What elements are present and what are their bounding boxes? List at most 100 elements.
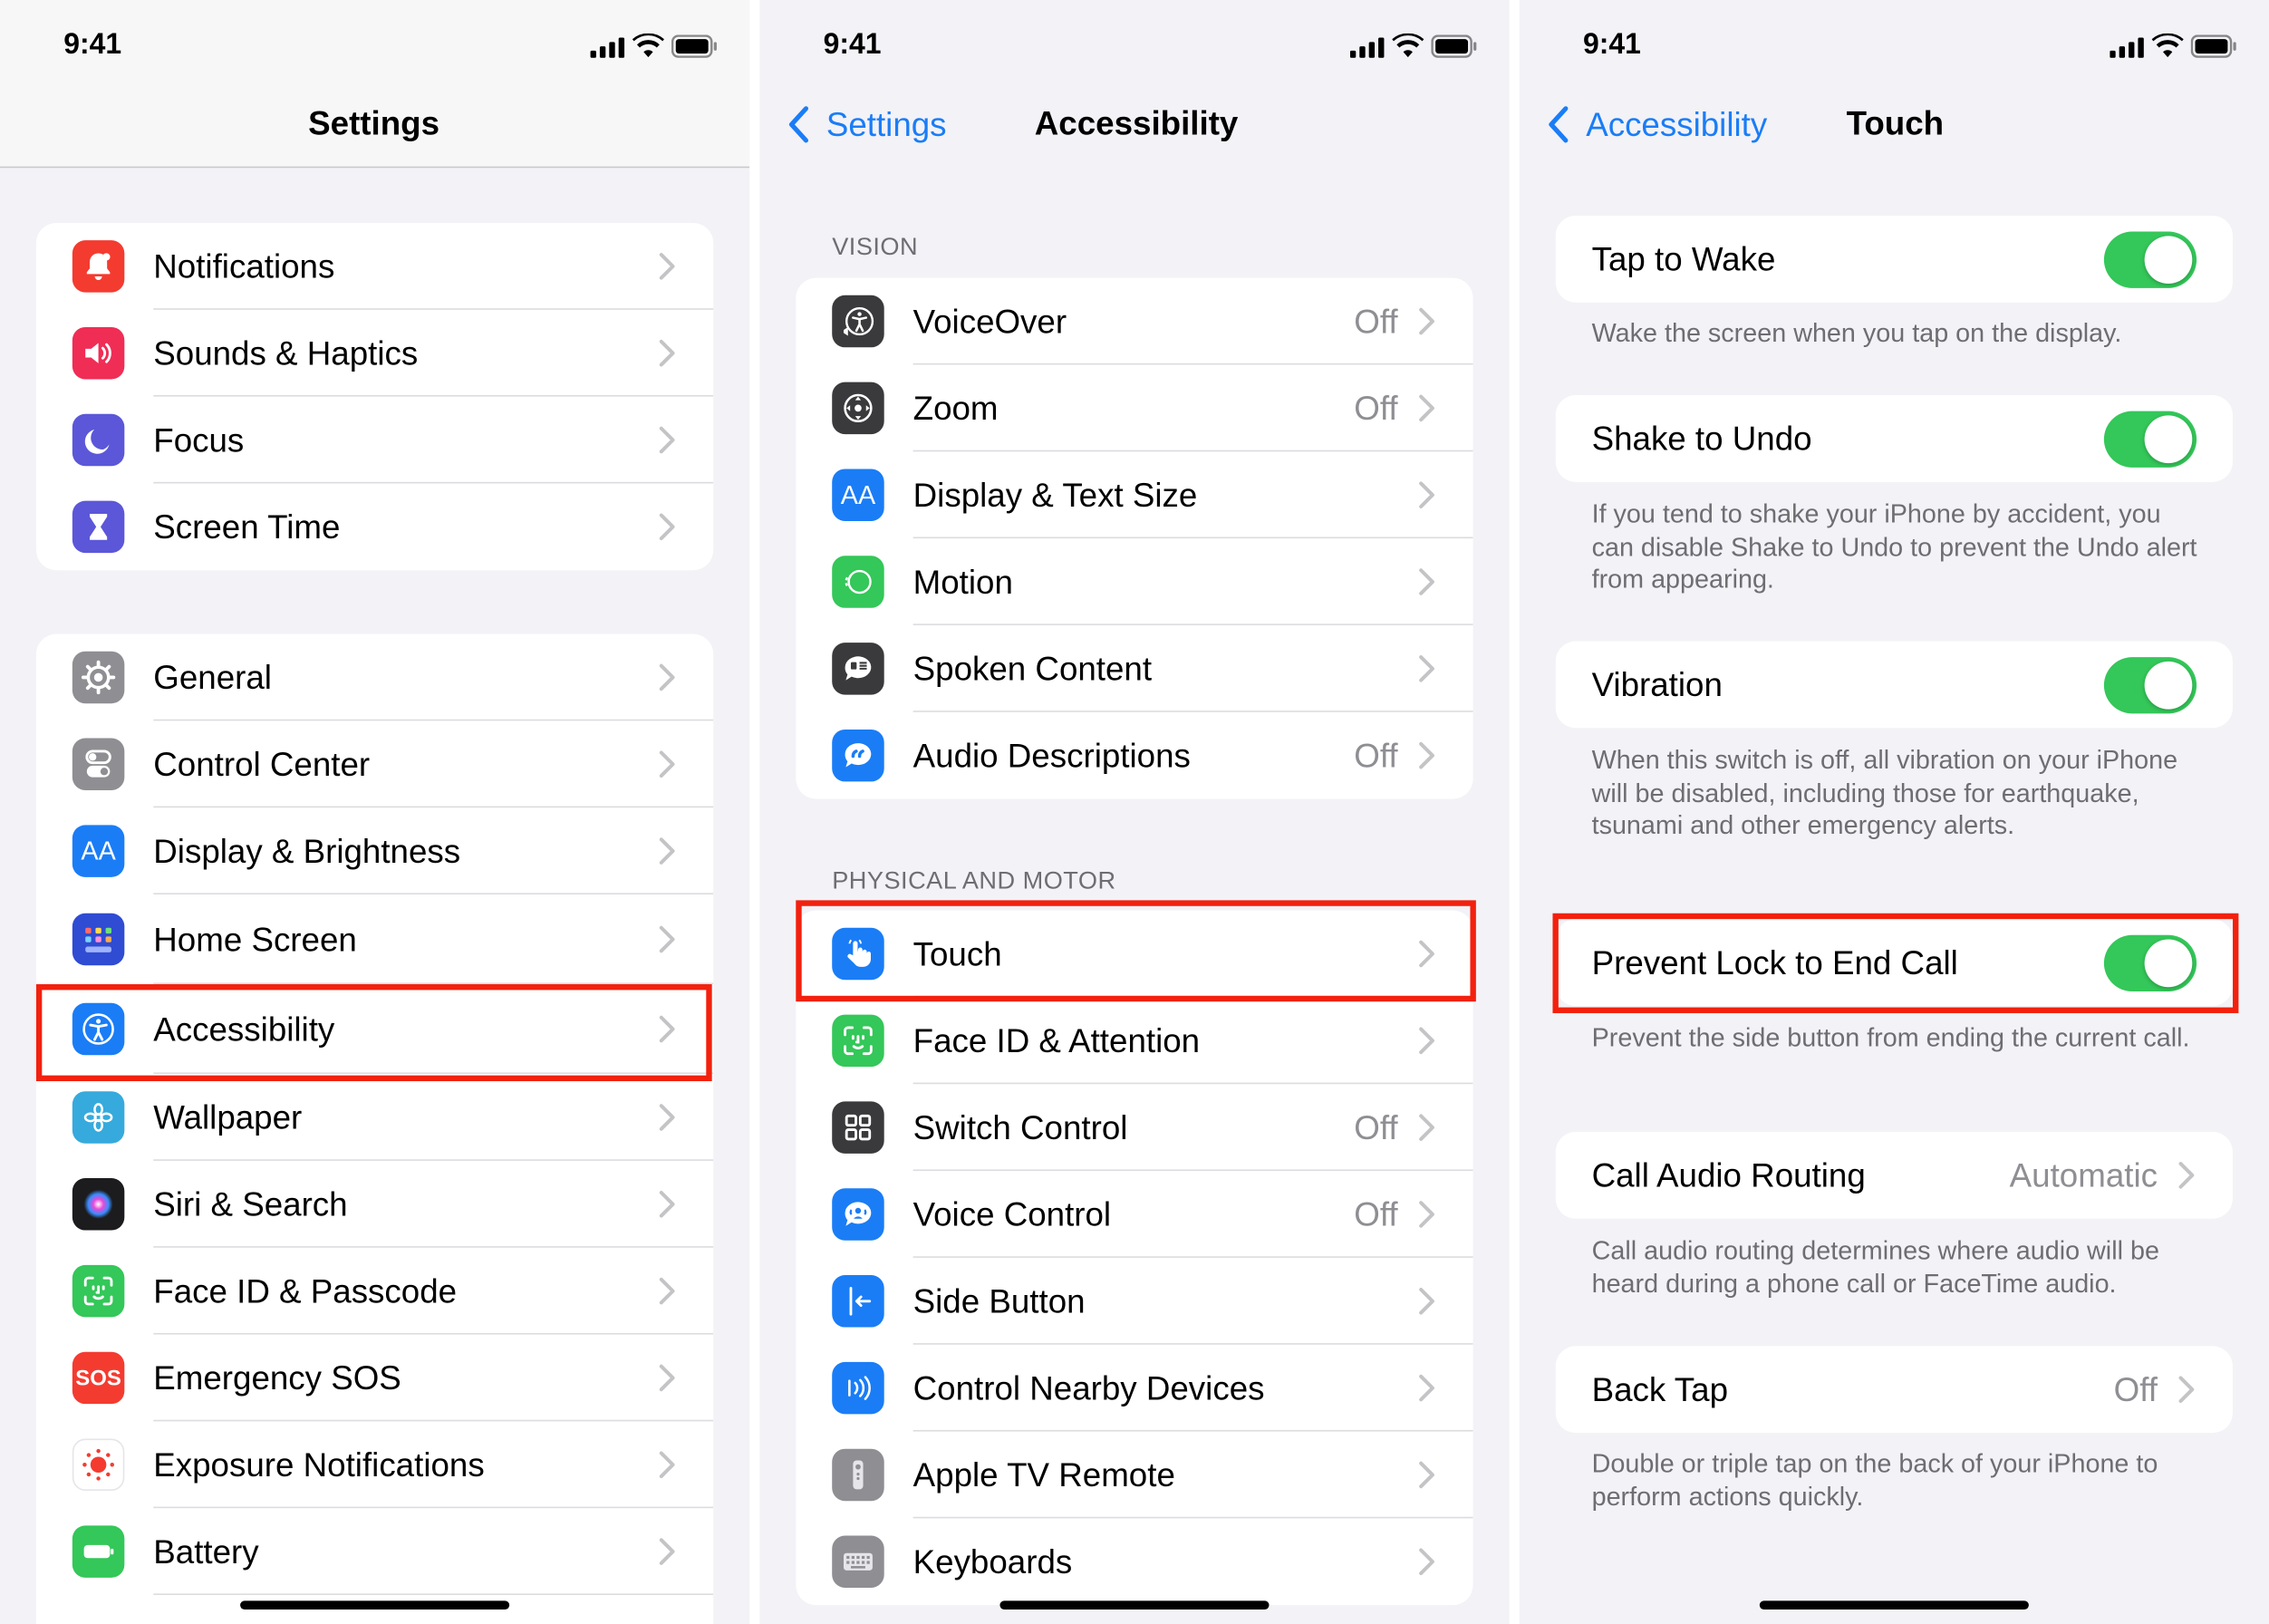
row-audio-descriptions[interactable]: Audio Descriptions Off: [796, 712, 1472, 799]
back-button[interactable]: Settings: [786, 104, 947, 145]
sos-icon: SOS: [72, 1351, 125, 1405]
grid-icon: [832, 1101, 884, 1154]
cellular-signal-icon: [590, 37, 625, 58]
chevron-right-icon: [659, 837, 675, 865]
settings-item-notifications[interactable]: Notifications: [36, 223, 714, 310]
chevron-right-icon: [1419, 1548, 1434, 1576]
textsize-icon: AA: [72, 825, 125, 877]
battery-status-icon: [2190, 34, 2236, 58]
chevron-right-icon: [659, 663, 675, 691]
motion-icon: [832, 556, 884, 608]
physical-motor-group: Touch Face ID & Attention Switch Control…: [796, 910, 1473, 1606]
exposure-icon: [72, 1438, 125, 1492]
row-motion[interactable]: Motion: [796, 538, 1473, 625]
row-back-tap[interactable]: Back Tap Off: [1556, 1346, 2233, 1433]
chevron-right-icon: [1419, 394, 1434, 422]
settings-item-display-brightness[interactable]: AA Display & Brightness: [36, 807, 714, 895]
chevron-right-icon: [1419, 1288, 1434, 1315]
row-display-text-size[interactable]: AA Display & Text Size: [796, 451, 1473, 539]
back-tap-footer: Double or triple tap on the back of your…: [1591, 1448, 2158, 1511]
voice-icon: [832, 1188, 884, 1241]
row-zoom[interactable]: Zoom Off: [796, 364, 1473, 452]
chevron-right-icon: [1419, 307, 1434, 335]
settings-item-battery[interactable]: Battery: [36, 1508, 714, 1596]
chevron-right-icon: [1419, 1374, 1434, 1402]
siri-icon: [72, 1178, 125, 1231]
row-spoken-content[interactable]: Spoken Content: [796, 625, 1473, 712]
chevron-right-icon: [659, 750, 675, 778]
tap-to-wake-group: Tap to Wake: [1555, 215, 2234, 303]
chevron-right-icon: [659, 513, 675, 541]
toggles-icon: [72, 738, 125, 791]
faceid-icon: [72, 1264, 125, 1318]
prevent-lock-footer: Prevent the side button from ending the …: [1591, 1023, 2190, 1053]
flower-icon: [72, 1091, 125, 1144]
settings-item-home-screen[interactable]: Home Screen: [36, 894, 714, 985]
settings-item-control-center[interactable]: Control Center: [36, 720, 714, 808]
chevron-right-icon: [659, 339, 675, 367]
row-face-id-attention[interactable]: Face ID & Attention: [796, 997, 1473, 1085]
tap-to-wake-footer: Wake the screen when you tap on the disp…: [1591, 318, 2122, 348]
home-indicator: [240, 1600, 510, 1610]
chevron-right-icon: [1419, 481, 1434, 508]
status-time: 9:41: [63, 28, 122, 62]
chevron-right-icon: [659, 1364, 675, 1392]
voiceover-icon: [832, 295, 884, 348]
tap-to-wake-toggle[interactable]: [2103, 230, 2197, 288]
vibration-toggle[interactable]: [2103, 656, 2197, 713]
audio-desc-icon: [832, 729, 884, 782]
call-audio-footer: Call audio routing determines where audi…: [1591, 1235, 2159, 1298]
chevron-right-icon: [659, 253, 675, 280]
highlight-box-touch: [796, 900, 1476, 1002]
highlight-box-prevent-lock: [1552, 913, 2239, 1013]
row-shake-to-undo: Shake to Undo: [1556, 395, 2233, 482]
page-title: Touch: [1846, 103, 1945, 142]
row-side-button[interactable]: Side Button: [796, 1258, 1473, 1345]
chevron-right-icon: [659, 426, 675, 454]
bell-icon: [72, 240, 125, 293]
row-keyboards[interactable]: Keyboards: [796, 1518, 1472, 1605]
row-call-audio-routing[interactable]: Call Audio Routing Automatic: [1556, 1132, 2233, 1219]
settings-screen: 9:41 Settings Notifications Sounds & Hap…: [0, 0, 750, 1624]
status-time: 9:41: [823, 28, 882, 62]
chevron-right-icon: [1419, 655, 1434, 682]
chevron-right-icon: [1419, 1027, 1434, 1055]
settings-item-general[interactable]: General: [36, 634, 714, 721]
cellular-signal-icon: [1349, 37, 1385, 58]
side-button-icon: [832, 1275, 884, 1328]
settings-item-wallpaper[interactable]: Wallpaper: [36, 1074, 714, 1161]
shake-to-undo-toggle[interactable]: [2103, 410, 2197, 468]
battery-icon: [72, 1525, 125, 1578]
nearby-icon: [832, 1361, 884, 1415]
settings-item-face-id-passcode[interactable]: Face ID & Passcode: [36, 1248, 714, 1335]
vibration-group: Vibration: [1555, 641, 2234, 729]
row-switch-control[interactable]: Switch Control Off: [796, 1084, 1473, 1172]
back-button[interactable]: Accessibility: [1545, 104, 1767, 145]
row-control-nearby-devices[interactable]: Control Nearby Devices: [796, 1345, 1473, 1432]
settings-item-emergency-sos[interactable]: SOS Emergency SOS: [36, 1335, 714, 1422]
settings-item-screen-time[interactable]: Screen Time: [36, 483, 713, 570]
chevron-right-icon: [1419, 741, 1434, 769]
settings-item-focus[interactable]: Focus: [36, 397, 714, 484]
chevron-right-icon: [659, 1277, 675, 1305]
battery-status-icon: [671, 34, 717, 58]
chevron-right-icon: [1419, 1461, 1434, 1489]
touch-screen: 9:41 Accessibility Touch Tap to Wake Wak…: [1519, 0, 2269, 1624]
chevron-right-icon: [659, 1451, 675, 1479]
settings-item-exposure-notifications[interactable]: Exposure Notifications: [36, 1421, 714, 1509]
spoken-icon: [832, 643, 884, 695]
chevron-right-icon: [1419, 1114, 1434, 1141]
accessibility-screen: 9:41 Settings Accessibility VISION Voice…: [759, 0, 1510, 1624]
vision-group: VoiceOver Off Zoom Off AA Display & Text…: [796, 277, 1473, 799]
keyboard-icon: [832, 1535, 884, 1589]
settings-group-1: Notifications Sounds & Haptics Focus Scr…: [35, 222, 714, 571]
row-voiceover[interactable]: VoiceOver Off: [796, 278, 1473, 365]
row-voice-control[interactable]: Voice Control Off: [796, 1171, 1473, 1258]
settings-item-siri-search[interactable]: Siri & Search: [36, 1161, 714, 1248]
zoom-icon: [832, 382, 884, 435]
chevron-right-icon: [659, 1538, 675, 1565]
row-apple-tv-remote[interactable]: Apple TV Remote: [796, 1432, 1473, 1519]
settings-item-sounds-haptics[interactable]: Sounds & Haptics: [36, 310, 714, 397]
wifi-icon: [2151, 33, 2184, 58]
row-tap-to-wake: Tap to Wake: [1556, 216, 2233, 303]
